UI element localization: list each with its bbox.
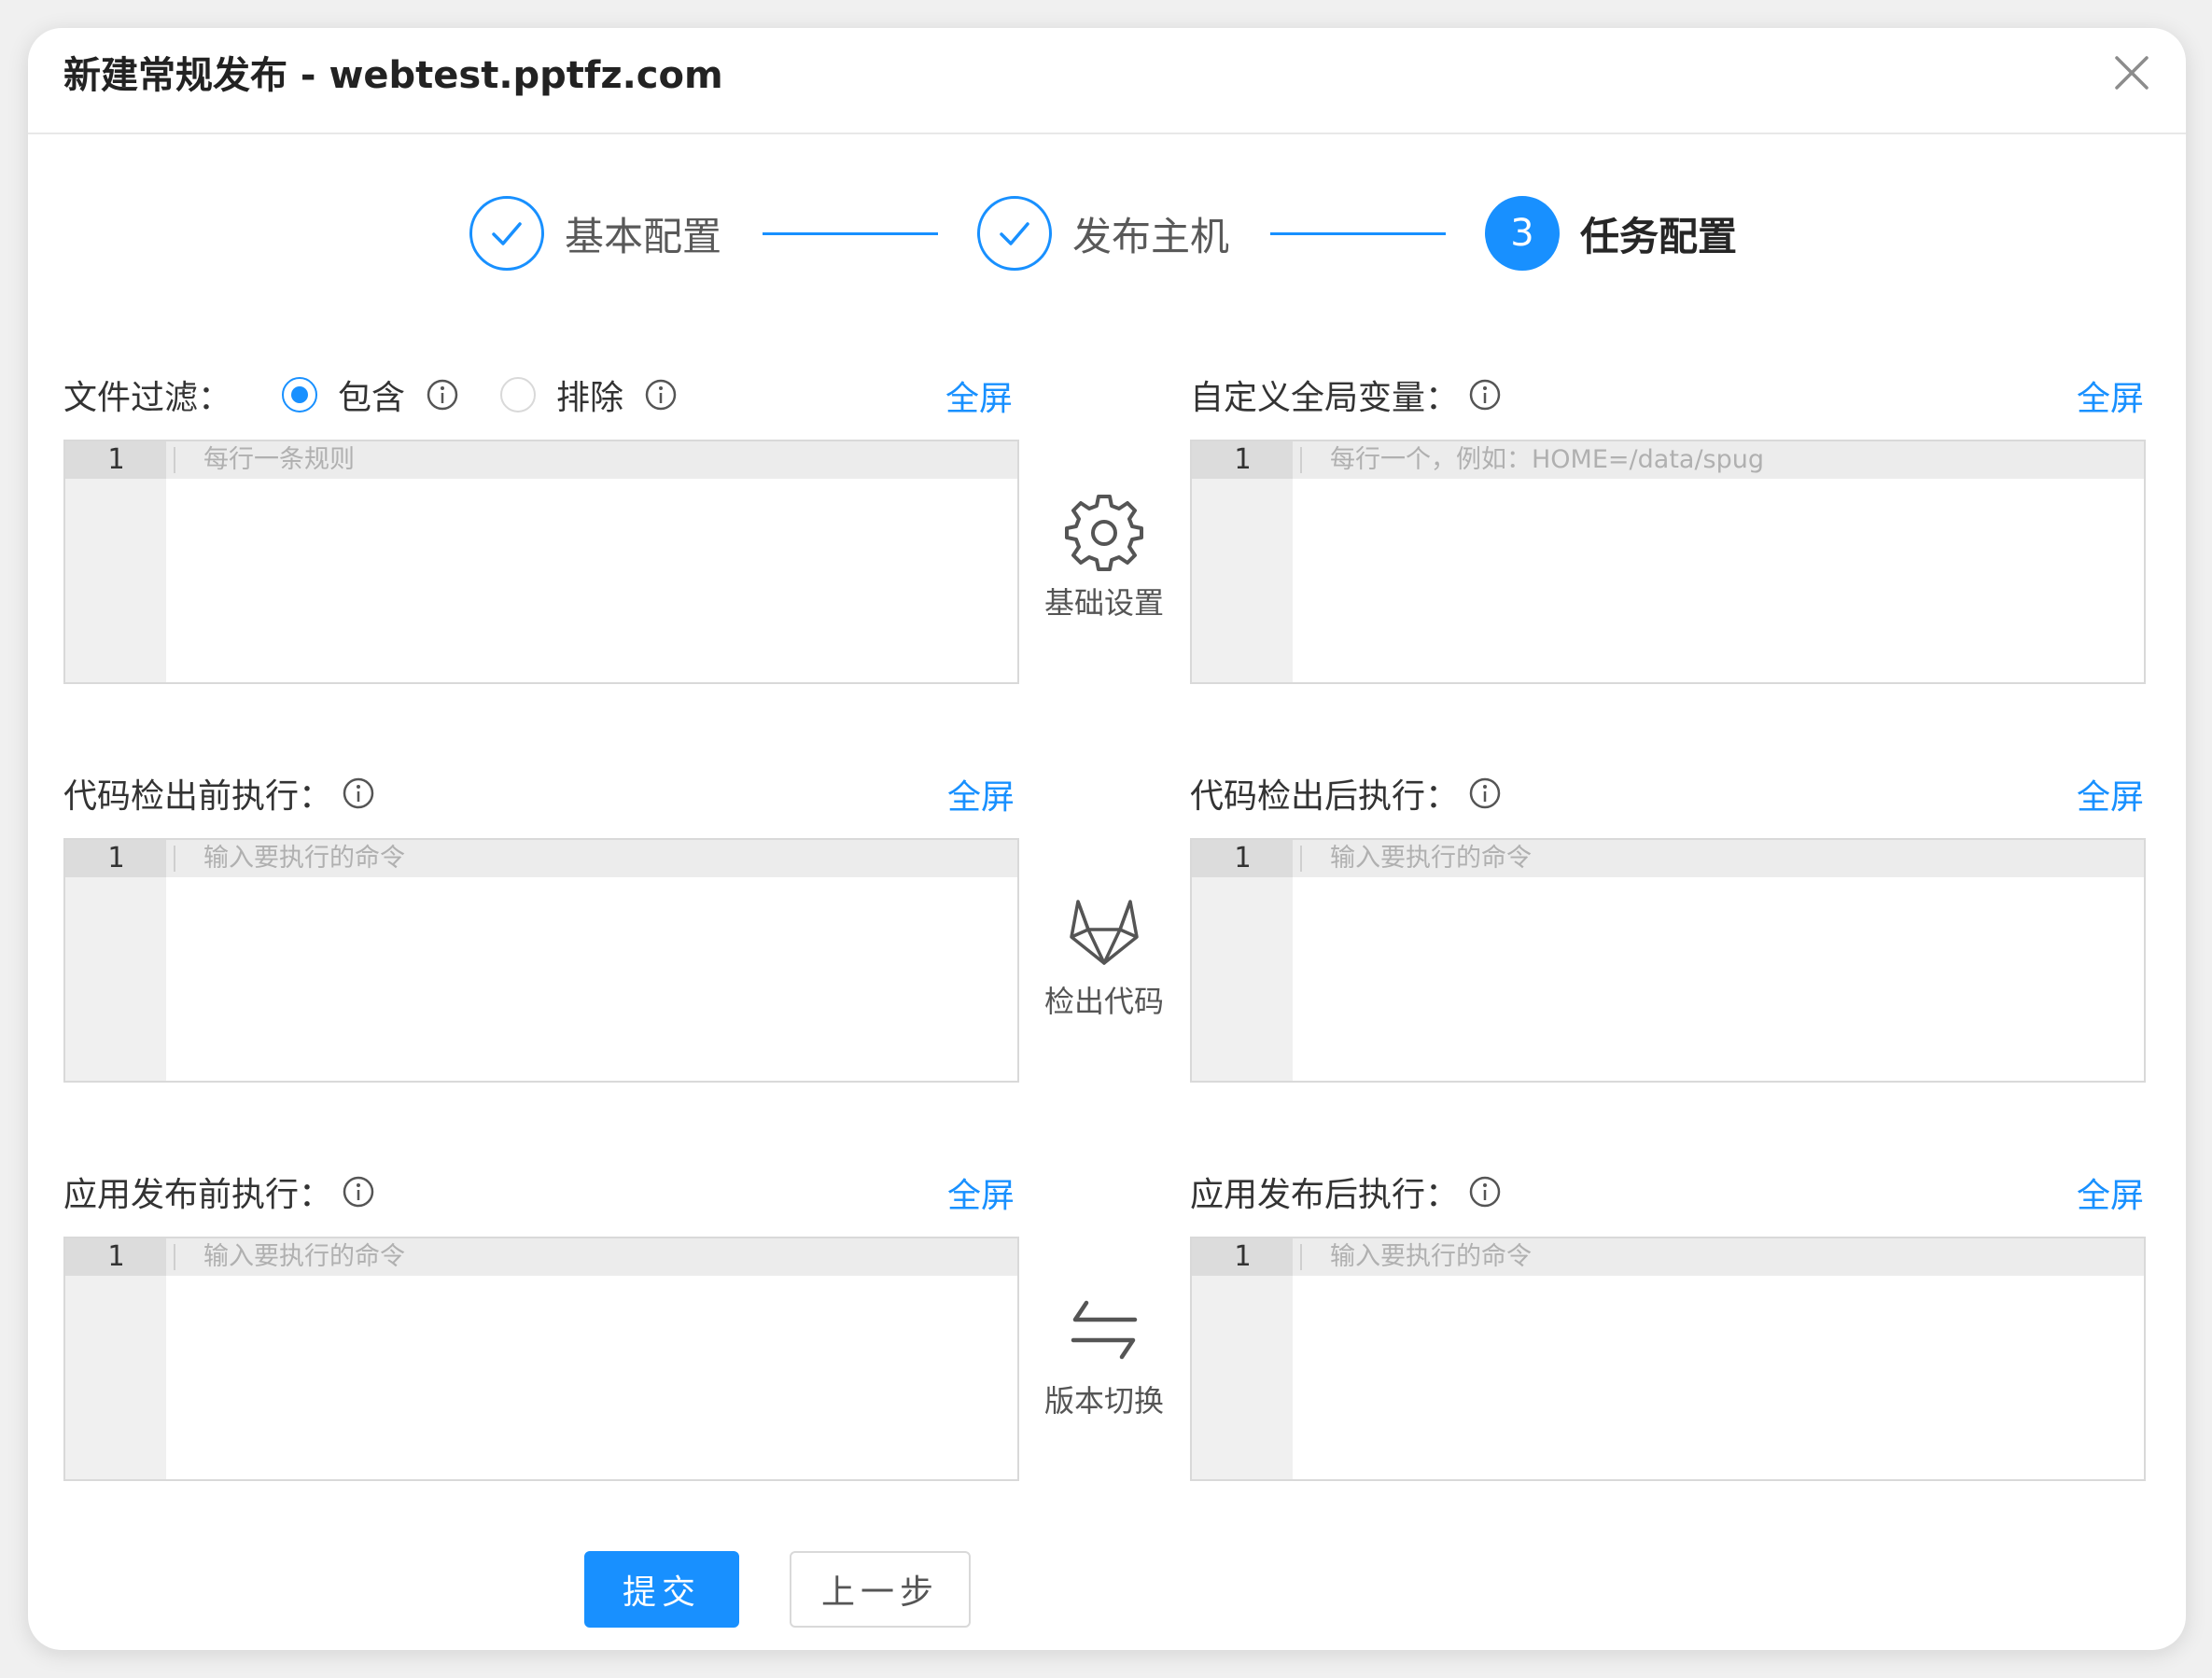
step-basic-config: 基本配置	[469, 191, 721, 275]
gear-icon	[1065, 495, 1143, 571]
placeholder: 输入要执行的命令	[203, 1242, 405, 1271]
text-cursor	[1300, 1244, 1302, 1270]
post-checkout-input[interactable]: 输入要执行的命令	[1293, 840, 2144, 1081]
checkout-code-action[interactable]: 检出代码	[1034, 888, 1174, 1021]
action-label: 版本切换	[1043, 1383, 1164, 1419]
text-cursor	[174, 447, 175, 473]
post-deploy-input[interactable]: 输入要执行的命令	[1293, 1238, 2144, 1479]
file-filter-radio-group: 包含 排除	[282, 371, 719, 418]
fullscreen-button-file-filter[interactable]: 全屏	[945, 371, 1013, 420]
placeholder: 每行一条规则	[203, 445, 355, 474]
step-label: 发布主机	[1072, 213, 1230, 259]
fullscreen-button-global-vars[interactable]: 全屏	[2077, 371, 2144, 420]
new-release-modal: 新建常规发布 - webtest.pptfz.com 基本配置 发布主机 3 任…	[28, 28, 2186, 1650]
steps-bar: 基本配置 发布主机 3 任务配置	[28, 191, 2186, 275]
step-task-config: 3 任务配置	[1485, 191, 1737, 275]
info-icon[interactable]	[342, 776, 375, 810]
radio-button[interactable]	[500, 377, 537, 413]
file-filter-label: 文件过滤：	[63, 379, 232, 417]
radio-include[interactable]: 包含	[282, 371, 459, 419]
pre-deploy-label: 应用发布前执行：	[63, 1168, 375, 1215]
swap-icon	[1071, 1300, 1138, 1360]
placeholder: 每行一个，例如：HOME=/data/spug	[1330, 445, 1764, 474]
file-filter-input[interactable]: 每行一条规则	[166, 441, 1017, 682]
line-number: 1	[1233, 443, 1252, 476]
info-icon[interactable]	[1468, 776, 1502, 810]
step-deploy-hosts: 发布主机	[977, 191, 1229, 275]
text-cursor	[1300, 846, 1302, 872]
text-cursor	[1300, 447, 1302, 473]
pre-checkout-input[interactable]: 输入要执行的命令	[166, 840, 1017, 1081]
line-number: 1	[1233, 842, 1252, 874]
pre-deploy-input[interactable]: 输入要执行的命令	[166, 1238, 1017, 1479]
radio-exclude[interactable]: 排除	[500, 371, 678, 419]
radio-button[interactable]	[282, 377, 317, 413]
info-icon[interactable]	[1468, 378, 1502, 412]
submit-button[interactable]: 提交	[584, 1551, 739, 1628]
file-filter-editor[interactable]: 1 每行一条规则	[63, 440, 1019, 684]
action-label: 检出代码	[1043, 984, 1164, 1019]
info-icon[interactable]	[1468, 1175, 1502, 1209]
post-deploy-editor[interactable]: 1 输入要执行的命令	[1190, 1237, 2146, 1481]
pre-checkout-label: 代码检出前执行：	[63, 770, 375, 817]
line-number: 1	[106, 842, 125, 874]
info-icon[interactable]	[426, 378, 459, 412]
previous-step-button[interactable]: 上一步	[790, 1551, 971, 1628]
step-connector	[763, 232, 938, 235]
info-icon[interactable]	[342, 1175, 375, 1209]
info-icon[interactable]	[644, 378, 678, 412]
global-vars-label: 自定义全局变量：	[1190, 371, 1502, 418]
pre-deploy-editor[interactable]: 1 输入要执行的命令	[63, 1237, 1019, 1481]
text-cursor	[174, 1244, 175, 1270]
placeholder: 输入要执行的命令	[203, 844, 405, 873]
global-vars-editor[interactable]: 1 每行一个，例如：HOME=/data/spug	[1190, 440, 2146, 684]
pre-checkout-editor[interactable]: 1 输入要执行的命令	[63, 838, 1019, 1083]
fullscreen-button-pre-checkout[interactable]: 全屏	[947, 770, 1015, 818]
step-label: 任务配置	[1580, 213, 1738, 259]
post-deploy-label: 应用发布后执行：	[1190, 1168, 1502, 1215]
text-cursor	[174, 846, 175, 872]
post-checkout-editor[interactable]: 1 输入要执行的命令	[1190, 838, 2146, 1083]
basic-settings-action[interactable]: 基础设置	[1034, 490, 1174, 622]
modal-title: 新建常规发布 - webtest.pptfz.com	[63, 54, 723, 97]
line-number: 1	[106, 1240, 125, 1273]
step-label: 基本配置	[565, 213, 722, 259]
close-icon[interactable]	[2104, 45, 2160, 101]
step-number: 3	[1485, 196, 1560, 271]
line-number: 1	[106, 443, 125, 476]
check-icon	[469, 196, 544, 271]
gitlab-icon	[1070, 900, 1139, 965]
fullscreen-button-post-deploy[interactable]: 全屏	[2077, 1168, 2144, 1217]
fullscreen-button-pre-deploy[interactable]: 全屏	[947, 1168, 1015, 1217]
fullscreen-button-post-checkout[interactable]: 全屏	[2077, 770, 2144, 818]
modal-header: 新建常规发布 - webtest.pptfz.com	[28, 28, 2186, 134]
global-vars-input[interactable]: 每行一个，例如：HOME=/data/spug	[1293, 441, 2144, 682]
post-checkout-label: 代码检出后执行：	[1190, 770, 1502, 817]
version-switch-action[interactable]: 版本切换	[1034, 1288, 1174, 1420]
placeholder: 输入要执行的命令	[1330, 1242, 1532, 1271]
placeholder: 输入要执行的命令	[1330, 844, 1532, 873]
action-label: 基础设置	[1043, 585, 1164, 621]
check-icon	[977, 196, 1052, 271]
step-connector	[1270, 232, 1446, 235]
line-number: 1	[1233, 1240, 1252, 1273]
